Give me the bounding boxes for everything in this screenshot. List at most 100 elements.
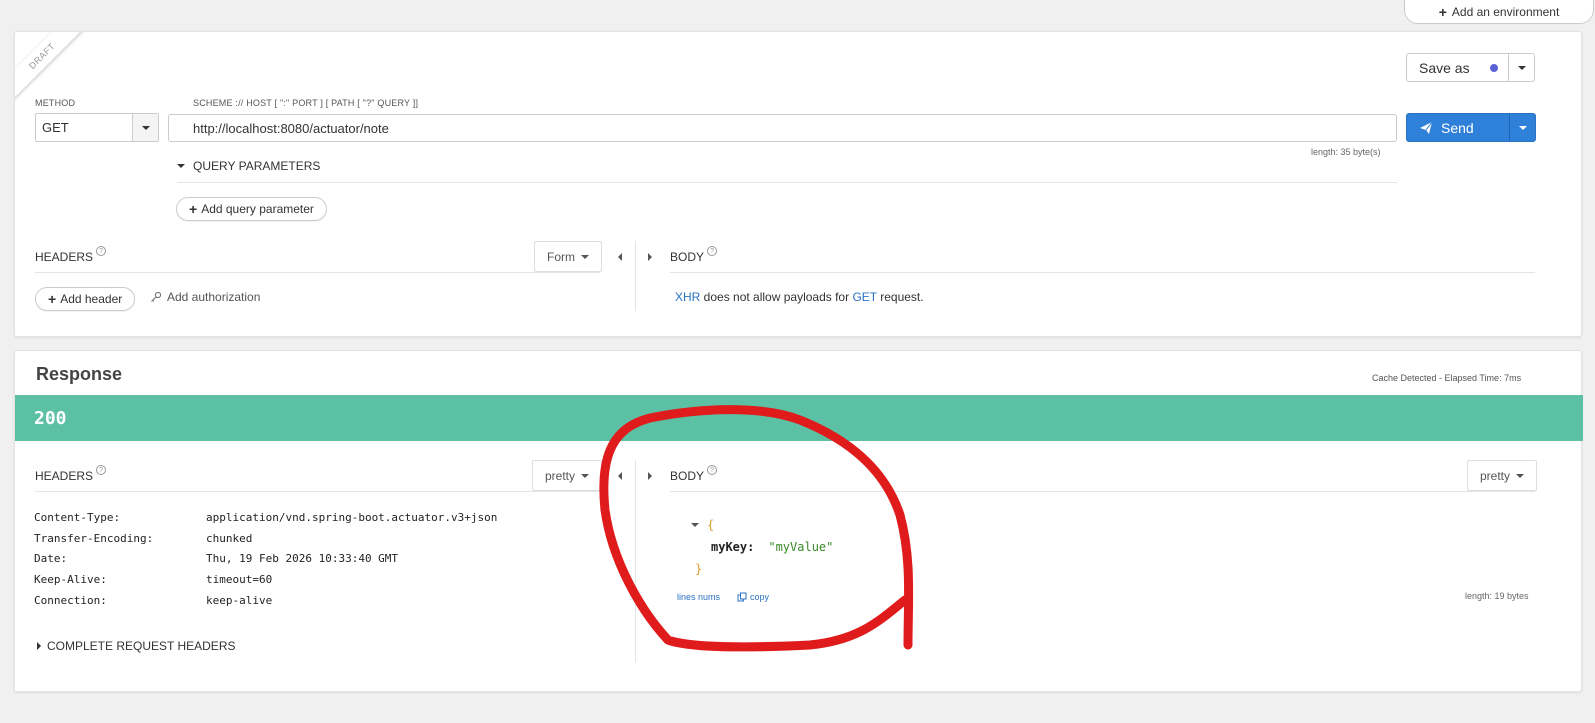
add-header-button[interactable]: + Add header [35, 287, 136, 311]
header-value: application/vnd.spring-boot.actuator.v3+… [206, 510, 498, 524]
add-query-parameter-label: Add query parameter [201, 202, 314, 216]
plus-icon: + [48, 291, 57, 307]
response-headers-format-select[interactable]: pretty [532, 460, 603, 491]
headers-format-value: Form [547, 249, 575, 264]
save-as-label: Save as [1419, 59, 1470, 76]
help-icon[interactable]: ? [707, 246, 718, 256]
body-note-suffix: request. [876, 290, 924, 304]
copy-icon [737, 592, 747, 602]
request-headers-format-select[interactable]: Form [534, 241, 602, 272]
help-icon[interactable]: ? [96, 465, 107, 475]
plus-icon: + [189, 201, 198, 217]
copy-link[interactable]: copy [737, 592, 769, 602]
chevron-down-icon [1518, 125, 1527, 130]
response-body-format-value: pretty [1480, 468, 1511, 483]
method-label: METHOD [35, 98, 76, 108]
header-name: Date: [34, 552, 68, 566]
url-value: http://localhost:8080/actuator/note [193, 120, 389, 136]
expand-right-icon[interactable] [645, 252, 655, 262]
paper-plane-icon [1420, 121, 1433, 134]
header-name: Connection: [34, 593, 107, 607]
send-button[interactable]: Send [1406, 113, 1536, 142]
response-headers-title: HEADERS ? [35, 465, 107, 483]
send-label: Send [1441, 119, 1474, 136]
copy-label: copy [750, 592, 770, 602]
method-value: GET [42, 120, 69, 135]
response-headers-table: Content-Type: application/vnd.spring-boo… [34, 507, 497, 610]
get-link[interactable]: GET [852, 290, 876, 304]
header-name: Transfer-Encoding: [34, 531, 154, 545]
expand-right-icon[interactable] [645, 471, 655, 481]
chevron-down-icon [132, 114, 158, 141]
header-row: Keep-Alive: timeout=60 [34, 569, 497, 590]
json-close-brace: } [695, 562, 703, 576]
line-numbers-link[interactable]: lines nums [677, 592, 720, 602]
header-name: Content-Type: [34, 510, 121, 524]
divider [635, 241, 636, 311]
response-panel: Response Cache Detected - Elapsed Time: … [14, 350, 1583, 692]
url-input[interactable]: http://localhost:8080/actuator/note [168, 114, 1397, 142]
request-headers-label: HEADERS [35, 250, 94, 264]
divider [635, 460, 636, 662]
divider [35, 491, 600, 492]
save-as-dropdown[interactable] [1508, 54, 1534, 81]
add-authorization-link[interactable]: Add authorization [150, 290, 260, 304]
help-icon[interactable]: ? [96, 246, 107, 256]
header-row: Content-Type: application/vnd.spring-boo… [34, 507, 497, 528]
query-parameters-label: QUERY PARAMETERS [193, 159, 321, 173]
unsaved-dot-icon [1490, 64, 1498, 72]
header-name: Keep-Alive: [34, 572, 107, 586]
chevron-down-icon [1516, 473, 1525, 478]
collapse-left-icon[interactable] [615, 471, 625, 481]
add-environment-button[interactable]: + Add an environment [1404, 0, 1594, 24]
divider [177, 182, 1397, 183]
save-as-button[interactable]: Save as [1406, 53, 1535, 82]
body-note-text: does not allow payloads for [700, 290, 853, 304]
draft-label: DRAFT [15, 32, 85, 102]
json-open-brace: { [707, 518, 715, 532]
chevron-right-icon [37, 642, 41, 650]
method-select[interactable]: GET [35, 113, 159, 142]
draft-ribbon: DRAFT [15, 32, 85, 102]
help-icon[interactable]: ? [707, 465, 718, 475]
chevron-down-icon [581, 473, 590, 478]
divider [670, 491, 1535, 492]
response-body-format-select[interactable]: pretty [1467, 460, 1538, 491]
status-bar: 200 [15, 395, 1583, 441]
header-value: chunked [206, 531, 253, 545]
url-format-label: SCHEME :// HOST [ ":" PORT ] [ PATH [ "?… [193, 98, 419, 108]
divider [35, 272, 600, 273]
add-authorization-label: Add authorization [167, 290, 261, 304]
json-key: myKey: [711, 540, 755, 554]
response-title: Response [36, 364, 123, 384]
request-body-title: BODY ? [670, 246, 718, 264]
body-note: XHR does not allow payloads for GET requ… [675, 290, 924, 304]
plus-icon: + [1438, 4, 1447, 20]
xhr-link[interactable]: XHR [675, 290, 700, 304]
header-row: Transfer-Encoding: chunked [34, 528, 497, 549]
line-numbers-label: lines nums [677, 592, 721, 602]
json-entry: myKey: "myValue" [691, 536, 833, 558]
complete-request-headers-toggle[interactable]: COMPLETE REQUEST HEADERS [37, 639, 235, 653]
response-body-length: length: 19 bytes [1465, 591, 1529, 601]
add-query-parameter-button[interactable]: + Add query parameter [176, 197, 327, 221]
url-length: length: 35 byte(s) [1311, 147, 1381, 157]
json-open-line: { [691, 514, 833, 536]
header-value: timeout=60 [206, 572, 273, 586]
request-panel: DRAFT METHOD SCHEME :// HOST [ ":" PORT … [14, 31, 1582, 337]
response-headers-label: HEADERS [35, 469, 94, 483]
send-dropdown[interactable] [1509, 114, 1535, 141]
json-viewer: { myKey: "myValue" } [691, 514, 833, 580]
response-headers-format-value: pretty [545, 468, 576, 483]
request-headers-title: HEADERS ? [35, 246, 107, 264]
collapse-json-icon[interactable] [691, 523, 699, 527]
chevron-down-icon [177, 164, 185, 168]
collapse-left-icon[interactable] [615, 252, 625, 262]
add-header-label: Add header [60, 292, 123, 306]
response-body-label: BODY [670, 469, 705, 483]
header-row: Connection: keep-alive [34, 590, 497, 611]
key-icon [151, 291, 162, 302]
chevron-down-icon [581, 254, 589, 259]
json-value: "myValue" [768, 540, 834, 554]
query-parameters-toggle[interactable]: QUERY PARAMETERS [177, 159, 320, 173]
